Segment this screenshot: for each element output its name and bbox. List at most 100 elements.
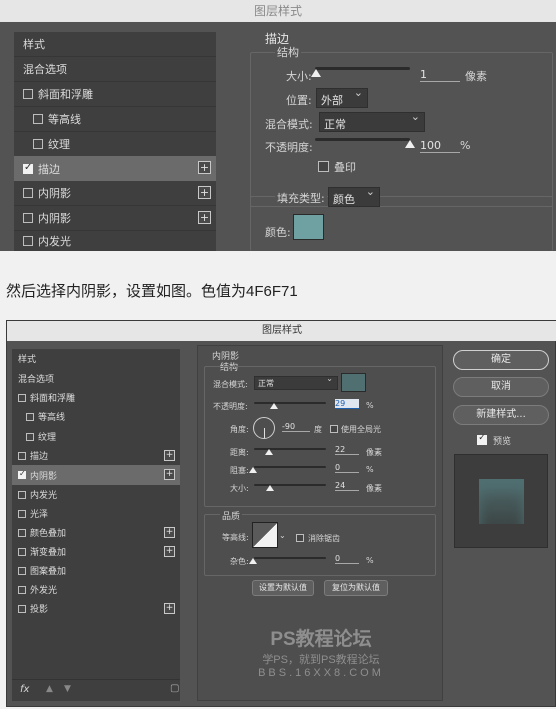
inner-shadow-2-checkbox[interactable]: [23, 213, 33, 223]
reset-default-button[interactable]: 复位为默认值: [324, 580, 388, 596]
contour-checkbox[interactable]: [26, 412, 34, 421]
blend-mode-label: 混合模式:: [265, 118, 313, 131]
add-stroke-plus-icon[interactable]: +: [164, 450, 175, 461]
size-slider[interactable]: [254, 484, 326, 486]
opacity-slider[interactable]: [254, 402, 326, 404]
stroke-size-thumb[interactable]: [310, 69, 321, 77]
contour-checkbox[interactable]: [33, 114, 43, 124]
move-down-arrow-icon[interactable]: ▼: [64, 684, 71, 694]
distance-thumb[interactable]: [264, 449, 273, 455]
add-inner-shadow-plus-icon[interactable]: +: [198, 186, 211, 199]
preview-checkbox[interactable]: [477, 433, 487, 445]
choke-thumb[interactable]: [249, 467, 257, 473]
fill-type-select[interactable]: 颜色: [328, 185, 380, 207]
style-preview-thumbnail: [454, 454, 548, 548]
fx-icon[interactable]: fx: [20, 684, 29, 695]
b-style-item-blending-options[interactable]: 混合选项: [12, 369, 180, 388]
angle-input[interactable]: -90: [282, 422, 310, 432]
ok-button[interactable]: 确定: [453, 350, 549, 370]
style-item-blending-options[interactable]: 混合选项: [14, 57, 216, 81]
inner-glow-checkbox[interactable]: [23, 236, 33, 246]
size-input[interactable]: 24: [335, 481, 359, 491]
noise-thumb[interactable]: [249, 558, 257, 564]
contour-dropdown-chevron-icon[interactable]: ⌄: [279, 531, 286, 540]
inner-shadow-checkbox[interactable]: [23, 188, 33, 198]
style-item-inner-shadow-2[interactable]: 内阴影 +: [14, 206, 216, 230]
choke-input[interactable]: 0: [335, 463, 359, 473]
noise-input[interactable]: 0: [335, 554, 359, 564]
b-style-item-stroke[interactable]: 描边 +: [12, 446, 180, 465]
stroke-checkbox[interactable]: [18, 451, 26, 460]
inner-glow-checkbox[interactable]: [18, 490, 26, 499]
b-style-item-inner-shadow[interactable]: 内阴影 +: [12, 465, 180, 485]
add-stroke-plus-icon[interactable]: +: [198, 161, 211, 174]
inner-shadow-checkbox[interactable]: [18, 469, 26, 479]
stroke-color-swatch[interactable]: [293, 214, 324, 240]
trash-icon[interactable]: ▢: [170, 683, 179, 694]
texture-checkbox[interactable]: [26, 432, 34, 441]
distance-input[interactable]: 22: [335, 445, 359, 455]
opacity-thumb[interactable]: [269, 403, 278, 409]
add-inner-shadow-plus-icon[interactable]: +: [164, 469, 175, 480]
b-style-item-color-overlay[interactable]: 颜色叠加 +: [12, 523, 180, 542]
b-style-item-drop-shadow[interactable]: 投影 +: [12, 599, 180, 618]
blend-mode-select[interactable]: 正常: [319, 110, 425, 132]
overprint-checkbox[interactable]: [318, 161, 329, 172]
angle-dial[interactable]: [253, 417, 275, 439]
blend-mode-select[interactable]: 正常: [254, 374, 338, 390]
satin-checkbox[interactable]: [18, 509, 26, 518]
add-color-overlay-plus-icon[interactable]: +: [164, 527, 175, 538]
cancel-button[interactable]: 取消: [453, 377, 549, 397]
style-item-bevel-emboss[interactable]: 斜面和浮雕: [14, 82, 216, 106]
b-style-item-inner-glow[interactable]: 内发光: [12, 485, 180, 504]
choke-slider[interactable]: [254, 466, 326, 468]
bevel-checkbox[interactable]: [18, 393, 26, 402]
style-item-label: 描边: [30, 452, 49, 462]
new-style-button[interactable]: 新建样式...: [453, 405, 549, 425]
gradient-overlay-checkbox[interactable]: [18, 547, 26, 556]
quality-title: 品质: [220, 509, 243, 522]
style-item-texture[interactable]: 纹理: [14, 132, 216, 156]
b-style-item-gradient-overlay[interactable]: 渐变叠加 +: [12, 542, 180, 561]
preview-square: [479, 479, 524, 524]
pattern-overlay-checkbox[interactable]: [18, 566, 26, 575]
bevel-checkbox[interactable]: [23, 89, 33, 99]
style-item-inner-shadow[interactable]: 内阴影 +: [14, 181, 216, 205]
style-item-label: 混合选项: [23, 63, 67, 76]
stroke-size-slider[interactable]: [315, 67, 410, 70]
b-style-item-satin[interactable]: 光泽: [12, 504, 180, 523]
size-thumb[interactable]: [266, 485, 275, 491]
contour-preview[interactable]: [252, 522, 278, 548]
stroke-opacity-slider[interactable]: [315, 138, 410, 141]
move-up-arrow-icon[interactable]: ▲: [46, 684, 53, 694]
b-style-item-pattern-overlay[interactable]: 图案叠加: [12, 561, 180, 580]
set-default-button[interactable]: 设置为默认值: [252, 580, 314, 596]
antialias-checkbox[interactable]: [296, 534, 304, 542]
shadow-color-swatch[interactable]: [341, 373, 366, 392]
b-style-item-texture[interactable]: 纹理: [12, 427, 180, 446]
stroke-opacity-thumb[interactable]: [405, 140, 415, 148]
drop-shadow-checkbox[interactable]: [18, 604, 26, 613]
size-label: 大小:: [230, 484, 249, 493]
style-item-styles[interactable]: 样式: [14, 32, 216, 56]
add-inner-shadow-2-plus-icon[interactable]: +: [198, 211, 211, 224]
stroke-size-input[interactable]: 1: [420, 68, 460, 82]
position-select[interactable]: 外部: [316, 86, 368, 108]
opacity-input[interactable]: 29: [335, 399, 359, 409]
stroke-checkbox[interactable]: [23, 162, 33, 174]
texture-checkbox[interactable]: [33, 139, 43, 149]
add-gradient-overlay-plus-icon[interactable]: +: [164, 546, 175, 557]
add-drop-shadow-plus-icon[interactable]: +: [164, 603, 175, 614]
noise-slider[interactable]: [254, 557, 326, 559]
color-overlay-checkbox[interactable]: [18, 528, 26, 537]
style-item-inner-glow[interactable]: 内发光: [14, 231, 216, 251]
b-style-item-outer-glow[interactable]: 外发光: [12, 580, 180, 599]
b-style-item-styles[interactable]: 样式: [12, 349, 180, 368]
b-style-item-bevel[interactable]: 斜面和浮雕: [12, 388, 180, 407]
style-item-stroke[interactable]: 描边 +: [14, 156, 216, 181]
stroke-opacity-input[interactable]: 100: [420, 139, 460, 153]
b-style-item-contour[interactable]: 等高线: [12, 407, 180, 426]
style-item-contour[interactable]: 等高线: [14, 107, 216, 131]
global-light-checkbox[interactable]: [330, 425, 338, 433]
outer-glow-checkbox[interactable]: [18, 585, 26, 594]
